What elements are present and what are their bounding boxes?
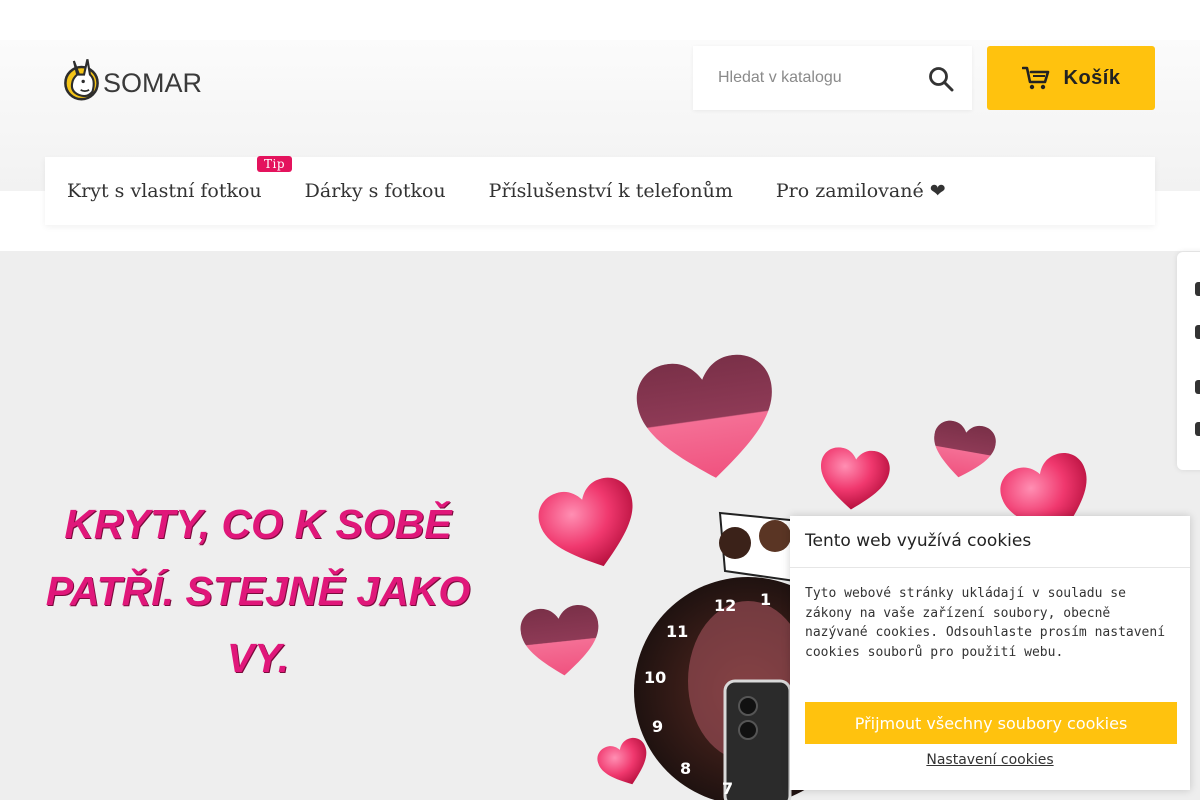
clock-number: 12 bbox=[714, 596, 736, 615]
hero-title: KRYTY, CO K SOBĚ PATŘÍ. STEJNĚ JAKO VY. bbox=[20, 491, 496, 692]
hero-title-line: KRYTY, CO K SOBĚ bbox=[64, 501, 452, 547]
main-nav: Kryt s vlastní fotkou Tip Dárky s fotkou… bbox=[45, 156, 1155, 225]
search-box bbox=[693, 46, 972, 110]
donkey-logo-icon bbox=[64, 59, 99, 101]
accept-all-cookies-button[interactable]: Přijmout všechny soubory cookies bbox=[805, 702, 1177, 744]
clock-number: 8 bbox=[680, 759, 691, 778]
user-icon[interactable] bbox=[1195, 380, 1200, 394]
page: SOMAR Košík Kryt s vlastní fotkou Tip Dá… bbox=[0, 0, 1200, 800]
nav-item-label: Dárky s fotkou bbox=[304, 180, 446, 202]
clock-number: 11 bbox=[666, 622, 688, 641]
logo-text: SOMAR bbox=[102, 67, 202, 98]
cart-icon bbox=[1021, 66, 1049, 90]
clock-number: 9 bbox=[652, 717, 663, 736]
cart-label: Košík bbox=[1063, 66, 1121, 89]
tip-badge: Tip bbox=[257, 156, 293, 172]
cookie-banner: Tento web využívá cookies Tyto webové st… bbox=[790, 516, 1190, 790]
search-input[interactable] bbox=[693, 46, 913, 110]
side-rail bbox=[1177, 252, 1200, 470]
heart-icon bbox=[927, 418, 999, 483]
clock-number: 1 bbox=[760, 590, 771, 609]
cookie-title: Tento web využívá cookies bbox=[790, 516, 1190, 568]
cart-button[interactable]: Košík bbox=[987, 46, 1155, 110]
calendar-icon[interactable] bbox=[1195, 422, 1200, 436]
nav-item-photo-gifts[interactable]: Dárky s fotkou bbox=[305, 180, 446, 202]
phone-case bbox=[723, 679, 792, 800]
nav-item-phone-accessories[interactable]: Příslušenství k telefonům bbox=[489, 180, 733, 202]
heart-icon bbox=[632, 350, 784, 488]
hero-title-line: VY. bbox=[226, 635, 290, 681]
search-icon[interactable] bbox=[928, 66, 954, 92]
nav-item-label: Příslušenství k telefonům bbox=[488, 180, 733, 202]
nav-item-label: Kryt s vlastní fotkou bbox=[67, 180, 262, 202]
hero-title-line: PATŘÍ. STEJNĚ JAKO bbox=[45, 568, 471, 614]
nav-item-label: Pro zamilované ❤ bbox=[775, 180, 946, 202]
heart-outline-icon[interactable] bbox=[1195, 282, 1200, 296]
heart-icon bbox=[518, 603, 604, 680]
question-icon[interactable] bbox=[1195, 325, 1200, 339]
nav-item-custom-photo-case[interactable]: Kryt s vlastní fotkou Tip bbox=[67, 156, 293, 202]
heart-icon bbox=[816, 445, 892, 514]
heart-icon bbox=[532, 471, 650, 581]
clock-number: 10 bbox=[644, 668, 666, 687]
clock-number: 7 bbox=[722, 779, 733, 798]
cookie-settings-link[interactable]: Nastavení cookies bbox=[790, 752, 1190, 768]
nav-item-for-lovers[interactable]: Pro zamilované ❤ bbox=[776, 180, 946, 202]
heart-icon bbox=[593, 734, 656, 793]
cookie-text: Tyto webové stránky ukládají v souladu s… bbox=[805, 586, 1166, 660]
logo[interactable]: SOMAR bbox=[62, 50, 202, 106]
